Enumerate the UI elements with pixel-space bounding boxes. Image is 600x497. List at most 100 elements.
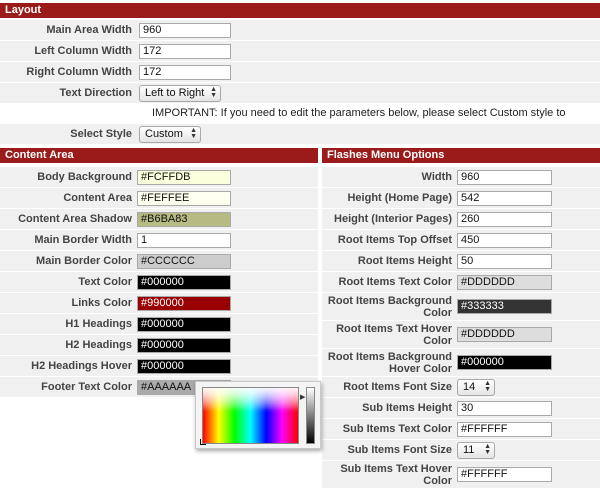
- height-interior-pages-row: Height (Interior Pages) 260: [322, 209, 600, 230]
- sub-items-text-hover-color-row: Sub Items Text Hover Color #FFFFFF: [322, 461, 600, 489]
- root-items-background-hover-color-row: Root Items Background Hover Color #000000: [322, 349, 600, 377]
- footer-text-color-label: Footer Text Color: [41, 381, 132, 393]
- body-background-row: Body Background #FCFFDB: [0, 167, 318, 188]
- height-home-page-row: Height (Home Page) 542: [322, 188, 600, 209]
- sub-items-text-hover-color-label-line2: Color: [423, 475, 452, 487]
- content-area-background-row: Content Area Background #FEFFEE: [0, 188, 318, 224]
- right-column-width-input[interactable]: 172: [139, 65, 231, 80]
- select-arrows-icon: ▲ ▼: [484, 380, 491, 393]
- left-column-width-label: Left Column Width: [34, 45, 132, 57]
- root-items-text-hover-color-row: Root Items Text Hover Color #DDDDDD: [322, 321, 600, 349]
- content-area-background-input[interactable]: #FEFFEE: [137, 191, 231, 206]
- root-items-background-hover-color-label-line1: Root Items Background: [327, 351, 452, 363]
- content-area-section-header: Content Area: [0, 148, 318, 163]
- root-items-background-color-label-line2: Color: [423, 307, 452, 319]
- h2-headings-hover-input[interactable]: #000000: [137, 359, 231, 374]
- root-items-top-offset-input[interactable]: 450: [457, 233, 552, 248]
- select-arrows-icon: ▲ ▼: [484, 443, 491, 456]
- root-items-background-hover-color-input[interactable]: #000000: [457, 355, 552, 370]
- h1-headings-label: H1 Headings: [65, 318, 132, 330]
- sub-items-text-color-input[interactable]: #FFFFFF: [457, 422, 552, 437]
- main-area-width-row: Main Area Width 960: [0, 20, 600, 41]
- sub-items-font-size-select[interactable]: 11 ▲ ▼: [457, 442, 495, 459]
- main-border-width-input[interactable]: 1: [137, 233, 231, 248]
- root-items-height-label: Root Items Height: [357, 255, 452, 267]
- content-area-shadow-row: Content Area Shadow #B6BA83: [0, 209, 318, 230]
- flashes-menu-section-header: Flashes Menu Options: [322, 148, 600, 163]
- links-color-row: Links Color #990000: [0, 293, 318, 314]
- select-style-value: Custom: [145, 128, 183, 140]
- main-border-color-input[interactable]: #CCCCCC: [137, 254, 231, 269]
- sub-items-text-color-row: Sub Items Text Color #FFFFFF: [322, 419, 600, 440]
- left-column-width-input[interactable]: 172: [139, 44, 231, 59]
- root-items-background-color-row: Root Items Background Color #333333: [322, 293, 600, 321]
- root-items-top-offset-row: Root Items Top Offset 450: [322, 230, 600, 251]
- h2-headings-hover-label: H2 Headings Hover: [31, 360, 132, 372]
- main-border-width-label: Main Border Width: [34, 234, 132, 246]
- h2-headings-hover-row: H2 Headings Hover #000000: [0, 356, 318, 377]
- root-items-font-size-label: Root Items Font Size: [343, 381, 452, 393]
- sub-items-text-hover-color-input[interactable]: #FFFFFF: [457, 467, 552, 482]
- sub-items-height-input[interactable]: 30: [457, 401, 552, 416]
- sub-items-text-color-label: Sub Items Text Color: [342, 423, 452, 435]
- content-area-shadow-label: Content Area Shadow: [18, 213, 132, 225]
- body-background-input[interactable]: #FCFFDB: [137, 170, 231, 185]
- root-items-text-color-row: Root Items Text Color #DDDDDD: [322, 272, 600, 293]
- width-row: Width 960: [322, 167, 600, 188]
- height-home-page-input[interactable]: 542: [457, 191, 552, 206]
- sub-items-text-hover-color-label: Sub Items Text Hover Color: [322, 461, 452, 487]
- h2-headings-row: H2 Headings #000000: [0, 335, 318, 356]
- width-input[interactable]: 960: [457, 170, 552, 185]
- h2-headings-input[interactable]: #000000: [137, 338, 231, 353]
- text-color-row: Text Color #000000: [0, 272, 318, 293]
- h2-headings-label: H2 Headings: [65, 339, 132, 351]
- root-items-text-hover-color-input[interactable]: #DDDDDD: [457, 327, 552, 342]
- text-color-input[interactable]: #000000: [137, 275, 231, 290]
- select-arrows-icon: ▲ ▼: [210, 86, 217, 99]
- root-items-font-size-select[interactable]: 14 ▲ ▼: [457, 379, 495, 396]
- color-picker-popup[interactable]: ▶: [195, 381, 321, 449]
- sub-items-font-size-value: 11: [463, 444, 475, 456]
- main-border-width-row: Main Border Width 1: [0, 230, 318, 251]
- layout-section-header: Layout: [0, 3, 600, 18]
- links-color-label: Links Color: [71, 297, 132, 309]
- select-style-select[interactable]: Custom ▲ ▼: [139, 126, 201, 143]
- root-items-text-color-input[interactable]: #DDDDDD: [457, 275, 552, 290]
- root-items-top-offset-label: Root Items Top Offset: [337, 234, 452, 246]
- main-border-color-row: Main Border Color #CCCCCC: [0, 251, 318, 272]
- root-items-background-hover-color-label: Root Items Background Hover Color: [322, 349, 452, 375]
- root-items-text-hover-color-label-line2: Color: [423, 335, 452, 347]
- sub-items-font-size-label: Sub Items Font Size: [347, 444, 452, 456]
- content-area-shadow-input[interactable]: #B6BA83: [137, 212, 231, 227]
- text-color-label: Text Color: [78, 276, 132, 288]
- height-interior-pages-input[interactable]: 260: [457, 212, 552, 227]
- text-direction-row: Text Direction Left to Right ▲ ▼: [0, 83, 600, 104]
- content-area-background-label: Content Area Background: [63, 192, 132, 224]
- main-area-width-input[interactable]: 960: [139, 23, 231, 38]
- main-border-color-label: Main Border Color: [36, 255, 132, 267]
- root-items-background-color-input[interactable]: #333333: [457, 299, 552, 314]
- h1-headings-row: H1 Headings #000000: [0, 314, 318, 335]
- color-picker-brightness-slider[interactable]: [306, 387, 315, 444]
- sub-items-font-size-row: Sub Items Font Size 11 ▲ ▼: [322, 440, 600, 461]
- root-items-height-row: Root Items Height 50: [322, 251, 600, 272]
- h1-headings-input[interactable]: #000000: [137, 317, 231, 332]
- color-picker-crosshair-icon[interactable]: [200, 439, 206, 445]
- left-column-width-row: Left Column Width 172: [0, 41, 600, 62]
- text-direction-value: Left to Right: [145, 87, 205, 99]
- text-direction-select[interactable]: Left to Right ▲ ▼: [139, 85, 221, 102]
- color-picker-slider-handle-icon[interactable]: ▶: [300, 393, 305, 401]
- root-items-height-input[interactable]: 50: [457, 254, 552, 269]
- root-items-text-hover-color-label-line1: Root Items Text Hover: [336, 323, 452, 335]
- links-color-input[interactable]: #990000: [137, 296, 231, 311]
- sub-items-text-hover-color-label-line1: Sub Items Text Hover: [340, 463, 452, 475]
- select-style-row: Select Style Custom ▲ ▼: [0, 124, 600, 145]
- main-area-width-label: Main Area Width: [46, 24, 132, 36]
- color-picker-saturation-area[interactable]: [202, 387, 299, 444]
- right-column-width-label: Right Column Width: [26, 66, 132, 78]
- height-interior-pages-label: Height (Interior Pages): [334, 213, 452, 225]
- text-direction-label: Text Direction: [59, 87, 132, 99]
- sub-items-height-row: Sub Items Height 30: [322, 398, 600, 419]
- root-items-background-color-label: Root Items Background Color: [322, 293, 452, 319]
- root-items-background-hover-color-label-line2: Hover Color: [389, 363, 452, 375]
